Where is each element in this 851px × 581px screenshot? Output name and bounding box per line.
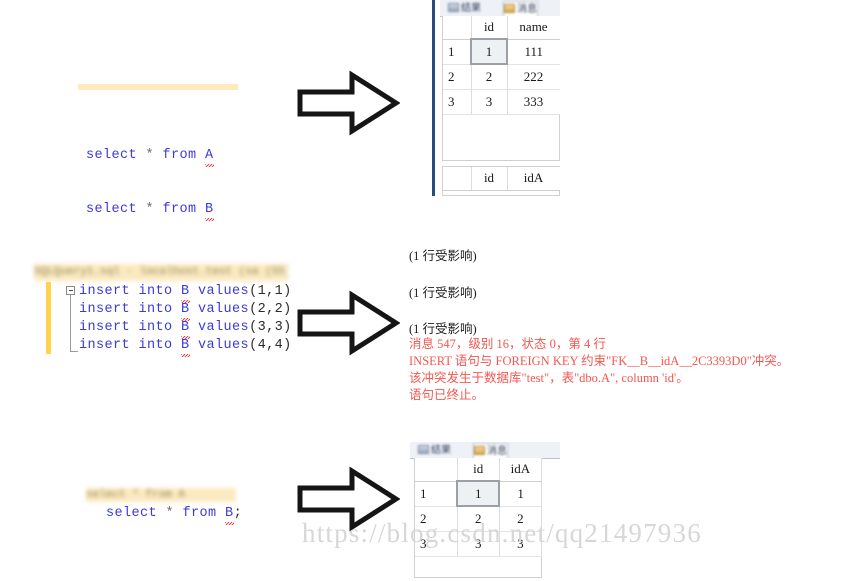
bottom-results-tabstrip: 结果 消息 (410, 442, 560, 459)
cell-id[interactable]: 2 (471, 64, 508, 90)
middle-code-line-3[interactable]: insert into B values(3,3) (79, 319, 292, 339)
error-header-line: 消息 547，级别 16，状态 0，第 4 行 (409, 337, 606, 351)
top-results-tabstrip: 结果 消息 (440, 0, 560, 17)
table-ref-b: B (181, 320, 190, 339)
message-rows-affected-1: (1 行受影响) (409, 249, 477, 263)
cell-rownum: 1 (415, 481, 458, 507)
bottom-results-panel: 结果 消息 id idA 1 1 1 2 2 2 3 3 3 (410, 442, 560, 581)
cell-id[interactable]: 3 (471, 89, 508, 115)
table-header-row: id idA (415, 458, 543, 482)
middle-outline-gutter[interactable] (70, 291, 78, 352)
screenshot-canvas: select * from A select * from B 结果 消息 id… (0, 0, 851, 581)
top-grid-b[interactable]: id idA (442, 166, 560, 196)
grid-icon (448, 3, 459, 12)
tab-messages-label: 消息 (517, 4, 537, 15)
top-results-panel: 结果 消息 id name 1 1 111 2 2 222 3 3 333 id… (432, 0, 560, 196)
table-ref-b: B (181, 302, 190, 321)
table-row[interactable]: 1 1 111 (443, 38, 560, 65)
top-panel-edge (432, 0, 435, 196)
middle-code-line-4[interactable]: insert into B values(4,4) (79, 337, 292, 357)
tab-messages[interactable]: 消息 (503, 1, 538, 16)
cell-ida[interactable]: 1 (499, 481, 543, 507)
error-terminated-line: 语句已终止。 (409, 388, 485, 402)
tab-results-label: 结果 (461, 3, 481, 14)
top-code-line-1[interactable]: select * from A (78, 147, 238, 167)
tab-results[interactable]: 结果 (418, 443, 451, 458)
csdn-watermark: https://blog.csdn.net/qq21497936 (302, 518, 702, 548)
message-icon (474, 446, 485, 455)
bottom-code-blurred-header: select * from A (86, 488, 236, 502)
arrow-top (296, 70, 401, 136)
col-rownum (443, 16, 472, 40)
table-row[interactable]: 1 1 1 (415, 480, 543, 507)
table-row[interactable]: 3 3 333 (443, 89, 560, 115)
error-conflict-location-line: 该冲突发生于数据库"test"，表"dbo.A", column 'id'。 (409, 371, 689, 385)
arrow-middle (296, 290, 401, 356)
middle-code-line-2[interactable]: insert into B values(2,2) (79, 301, 292, 321)
cell-name[interactable]: 222 (507, 64, 560, 90)
col-ida: idA (499, 458, 543, 482)
middle-change-bar (46, 282, 51, 354)
col-rownum (415, 458, 458, 482)
bottom-code-line-1[interactable]: select * from B; (106, 505, 242, 525)
message-icon (504, 4, 515, 13)
cell-rownum: 2 (443, 64, 472, 90)
col-id: id (471, 167, 508, 191)
tab-results[interactable]: 结果 (448, 1, 481, 16)
cell-id[interactable]: 1 (470, 38, 508, 65)
tab-messages[interactable]: 消息 (473, 443, 508, 458)
cell-name[interactable]: 111 (507, 39, 560, 65)
top-grid-a[interactable]: id name 1 1 111 2 2 222 3 3 333 (442, 16, 560, 161)
cell-name[interactable]: 333 (507, 89, 560, 115)
top-code-highlight-bar (78, 84, 238, 90)
bottom-code-editor[interactable]: select * from A select * from B; (86, 488, 242, 525)
grid-icon (418, 445, 429, 454)
error-constraint-line: INSERT 语句与 FOREIGN KEY 约束"FK__B__idA__2C… (409, 354, 790, 368)
table-header-row: id idA (443, 167, 560, 191)
table-ref-b: B (181, 284, 190, 303)
col-id: id (457, 458, 500, 482)
cell-id[interactable]: 1 (456, 480, 501, 507)
message-rows-affected-2: (1 行受影响) (409, 286, 477, 300)
table-row[interactable]: 2 2 222 (443, 64, 560, 90)
top-code-line-2[interactable]: select * from B (78, 201, 238, 221)
cell-rownum: 3 (443, 89, 472, 115)
collapse-minus-icon[interactable] (66, 286, 75, 295)
top-code-editor[interactable]: select * from A select * from B (78, 84, 238, 221)
tab-results-label: 结果 (431, 445, 451, 456)
tab-messages-label: 消息 (487, 446, 507, 457)
col-rownum (443, 167, 472, 191)
table-ref-a: A (205, 148, 214, 167)
col-name: name (507, 16, 560, 40)
table-ref-b: B (225, 506, 234, 525)
middle-code-line-1[interactable]: insert into B values(1,1) (79, 283, 292, 303)
table-ref-b: B (181, 338, 190, 357)
middle-code-blurred-header: SQLQuery1.sql - localhost.test (sa (55)) (34, 264, 288, 281)
col-id: id (471, 16, 508, 40)
cell-rownum: 1 (443, 39, 472, 65)
col-ida: idA (507, 167, 560, 191)
table-header-row: id name (443, 16, 560, 40)
middle-code-editor[interactable]: SQLQuery1.sql - localhost.test (sa (55))… (34, 264, 291, 357)
table-ref-b: B (205, 202, 214, 221)
